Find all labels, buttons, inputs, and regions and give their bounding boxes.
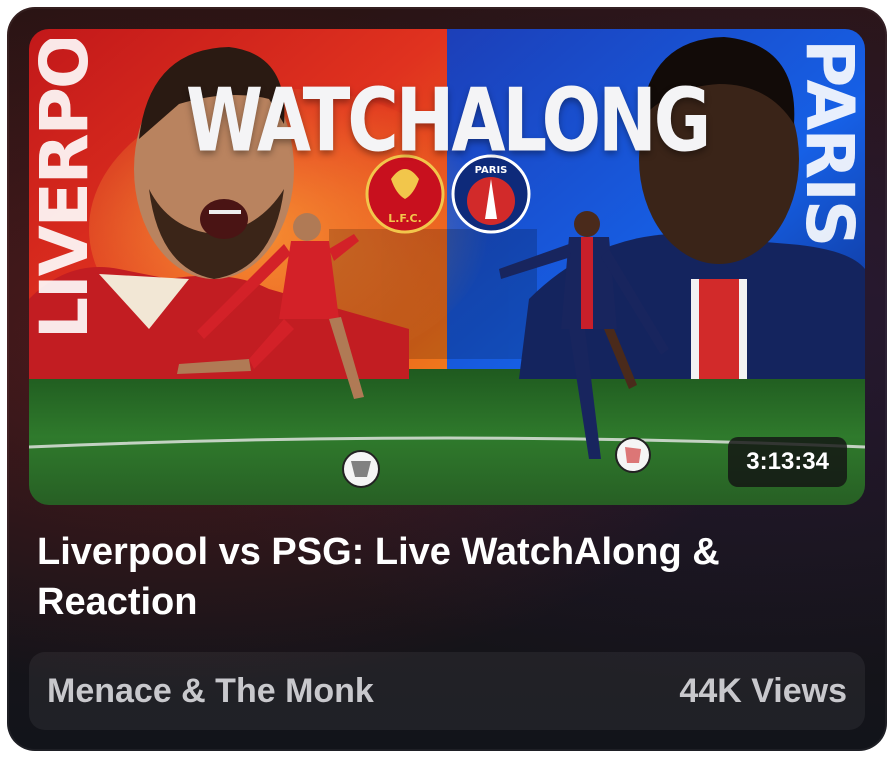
- duration-badge: 3:13:34: [728, 437, 847, 487]
- video-title[interactable]: Liverpool vs PSG: Live WatchAlong & Reac…: [37, 527, 837, 627]
- view-count: 44K Views: [679, 671, 847, 710]
- video-meta-bar: Menace & The Monk 44K Views: [29, 652, 865, 730]
- channel-name[interactable]: Menace & The Monk: [47, 672, 374, 711]
- watchalong-banner-text: WATCHALONG: [185, 69, 711, 172]
- video-card[interactable]: L.F.C. PARIS LIVERPOOL PARIS WATCHALONG …: [7, 7, 887, 751]
- svg-text:L.F.C.: L.F.C.: [388, 212, 422, 225]
- video-thumbnail[interactable]: L.F.C. PARIS LIVERPOOL PARIS WATCHALONG …: [29, 29, 865, 505]
